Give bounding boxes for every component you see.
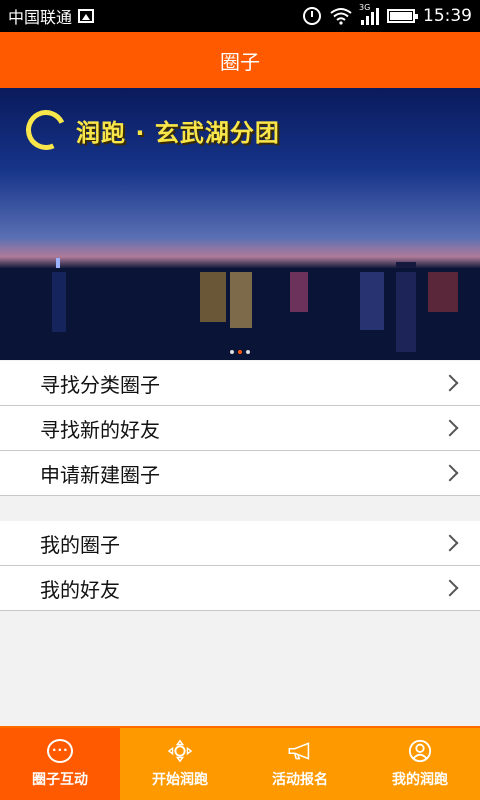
chat-bubble-icon — [47, 739, 73, 763]
network-type-label: 3G — [359, 3, 371, 12]
my-menu: 我的圈子 我的好友 — [0, 521, 480, 611]
status-bar: 中国联通 3G 15:39 — [0, 0, 480, 32]
alarm-icon — [303, 7, 321, 25]
carrier-label: 中国联通 — [8, 8, 73, 27]
nav-tab-label: 开始润跑 — [152, 772, 208, 788]
user-icon — [408, 739, 432, 763]
carousel-dot-active[interactable] — [238, 350, 242, 354]
chevron-right-icon — [441, 374, 459, 392]
nav-tab-event-signup[interactable]: 活动报名 — [240, 728, 360, 800]
clock: 15:39 — [423, 6, 472, 26]
menu-item-label: 寻找分类圈子 — [40, 372, 160, 397]
move-arrows-icon — [167, 739, 193, 763]
status-left: 中国联通 — [8, 4, 95, 28]
menu-item-my-friends[interactable]: 我的好友 — [0, 566, 480, 611]
nav-tab-circle-interaction[interactable]: 圈子互动 — [0, 728, 120, 800]
chevron-right-icon — [441, 534, 459, 552]
chevron-right-icon — [441, 579, 459, 597]
nav-tab-label: 我的润跑 — [392, 772, 448, 788]
brand-logo-icon — [20, 104, 72, 156]
menu-item-my-circles[interactable]: 我的圈子 — [0, 521, 480, 566]
carousel-dot[interactable] — [246, 350, 250, 354]
wifi-icon — [330, 8, 352, 25]
menu-item-label: 寻找新的好友 — [40, 417, 160, 442]
megaphone-icon — [288, 742, 310, 760]
status-right: 3G 15:39 — [303, 3, 472, 26]
carousel-indicator — [0, 350, 480, 354]
nav-tab-start-run[interactable]: 开始润跑 — [120, 728, 240, 800]
nav-tab-label: 圈子互动 — [32, 772, 88, 788]
menu-item-find-category-circles[interactable]: 寻找分类圈子 — [0, 361, 480, 406]
banner-title: 润跑 · 玄武湖分团 — [76, 118, 280, 147]
menu-item-label: 申请新建圈子 — [40, 462, 160, 487]
lake-reflection-image — [0, 268, 480, 360]
nav-tab-label: 活动报名 — [272, 772, 328, 788]
discover-menu: 寻找分类圈子 寻找新的好友 申请新建圈子 — [0, 361, 480, 496]
picture-icon — [78, 9, 95, 23]
bottom-navigation: 圈子互动 开始润跑 活动报名 我的润跑 — [0, 726, 480, 800]
menu-item-create-circle[interactable]: 申请新建圈子 — [0, 451, 480, 496]
chevron-right-icon — [441, 464, 459, 482]
page-title: 圈子 — [220, 49, 260, 74]
chevron-right-icon — [441, 419, 459, 437]
app-header: 圈子 — [0, 32, 480, 88]
battery-icon — [387, 9, 418, 23]
carousel-dot[interactable] — [230, 350, 234, 354]
banner-title-row: 润跑 · 玄武湖分团 — [20, 104, 280, 156]
nav-tab-my-run[interactable]: 我的润跑 — [360, 728, 480, 800]
menu-item-label: 我的圈子 — [40, 532, 120, 557]
banner-carousel[interactable]: 润跑 · 玄武湖分团 — [0, 88, 480, 360]
menu-item-find-new-friends[interactable]: 寻找新的好友 — [0, 406, 480, 451]
menu-item-label: 我的好友 — [40, 577, 120, 602]
signal-icon: 3G — [359, 3, 379, 25]
